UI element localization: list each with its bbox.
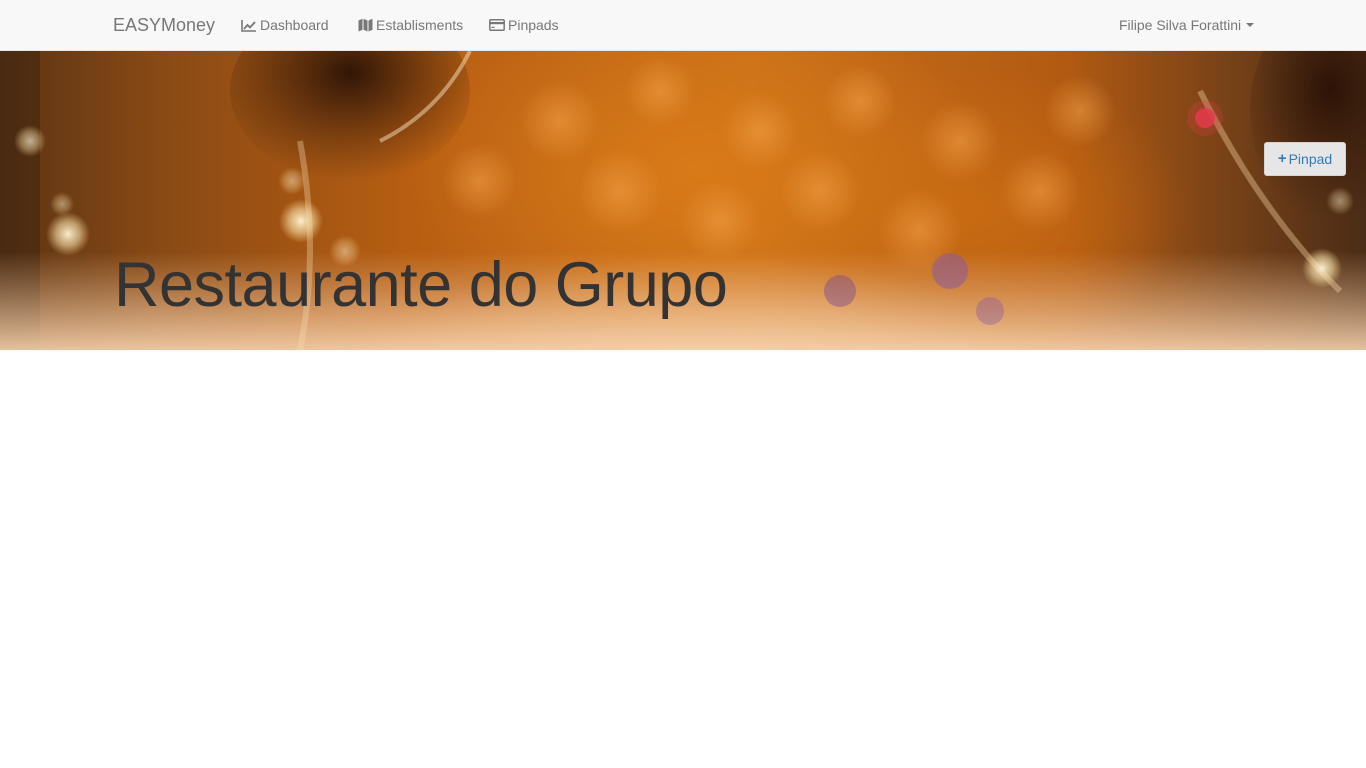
line-chart-icon bbox=[241, 18, 257, 32]
top-navbar: EASYMoney Dashboard Establisments Pinpad… bbox=[0, 0, 1366, 51]
add-pinpad-label: Pinpad bbox=[1288, 151, 1333, 167]
user-name: Filipe Silva Forattini bbox=[1119, 17, 1242, 33]
hero-banner: Restaurante do Grupo + Pinpad bbox=[0, 51, 1366, 350]
main-content bbox=[0, 350, 1366, 768]
page-title: Restaurante do Grupo bbox=[114, 250, 728, 320]
caret-down-icon bbox=[1246, 23, 1255, 27]
nav-establisments[interactable]: Establisments bbox=[357, 16, 463, 34]
nav-dashboard[interactable]: Dashboard bbox=[241, 16, 329, 34]
credit-card-icon bbox=[489, 18, 505, 32]
nav-dashboard-label: Dashboard bbox=[260, 17, 329, 33]
brand-logo[interactable]: EASYMoney bbox=[113, 14, 215, 36]
nav-establisments-label: Establisments bbox=[376, 17, 464, 33]
map-icon bbox=[357, 18, 373, 32]
nav-pinpads[interactable]: Pinpads bbox=[489, 16, 559, 34]
user-menu-dropdown[interactable]: Filipe Silva Forattini bbox=[1119, 16, 1255, 34]
plus-icon: + bbox=[1277, 150, 1287, 167]
add-pinpad-button[interactable]: + Pinpad bbox=[1264, 142, 1346, 176]
nav-pinpads-label: Pinpads bbox=[508, 17, 559, 33]
